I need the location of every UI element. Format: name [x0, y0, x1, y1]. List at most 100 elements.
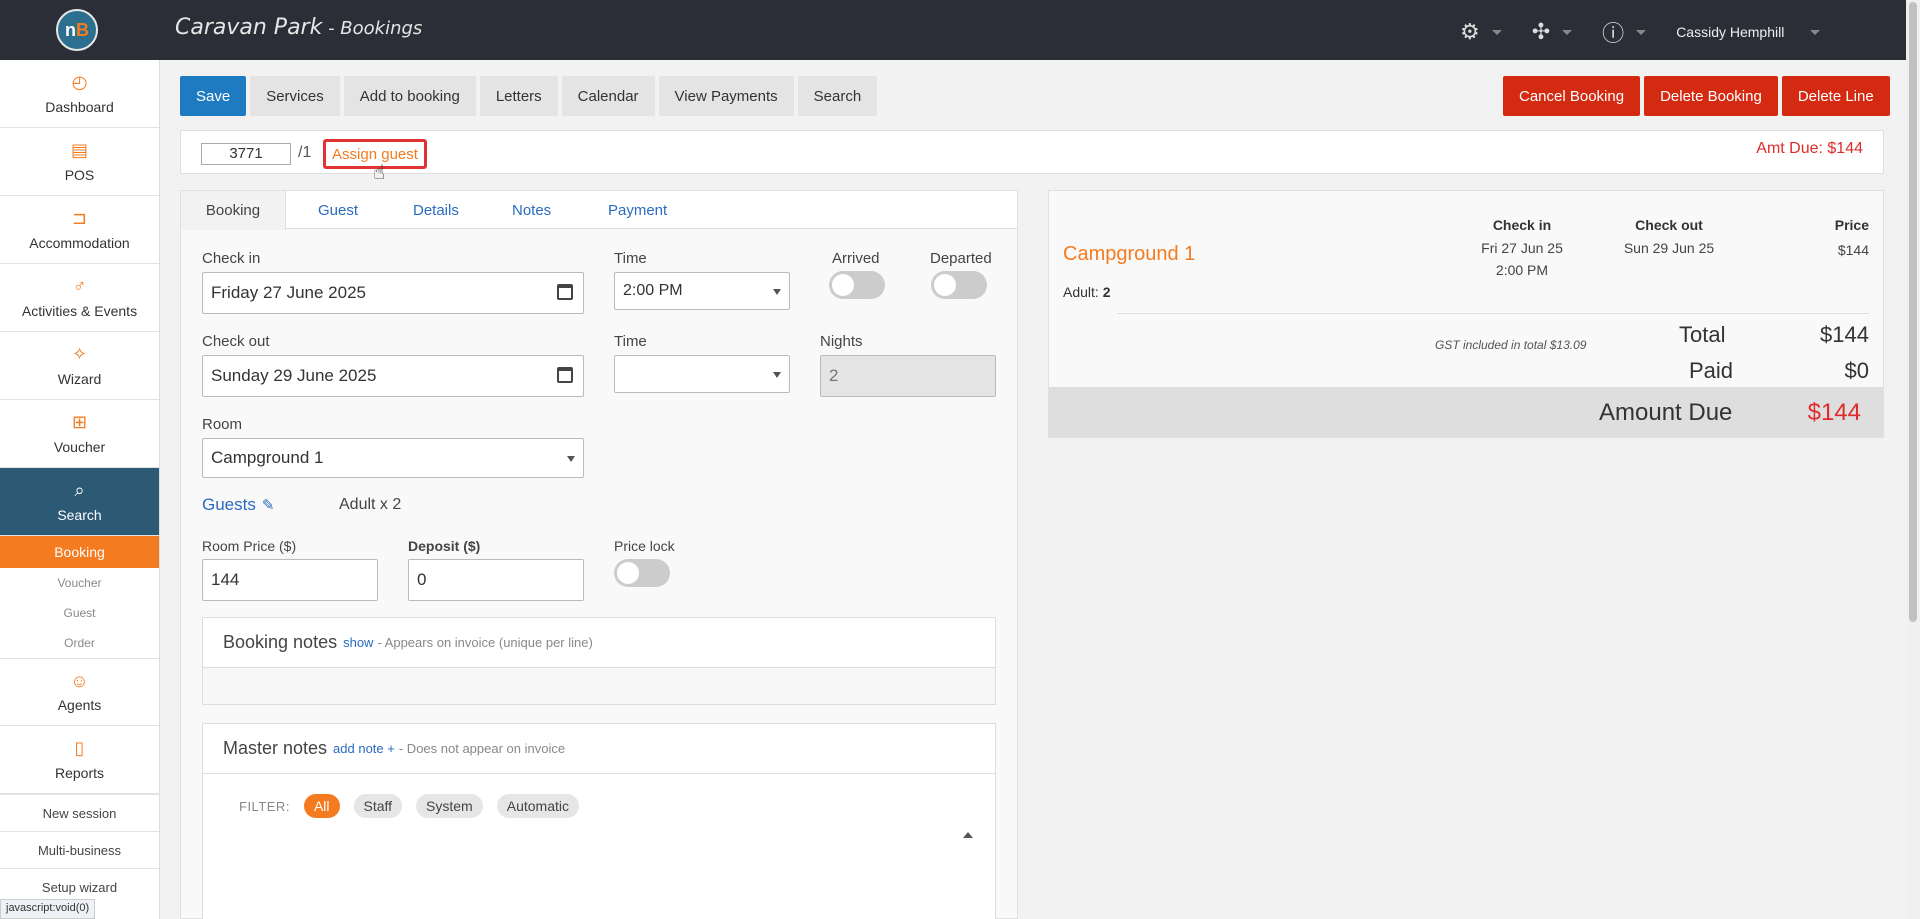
sidebar-item-label: Search — [57, 506, 102, 523]
search-button[interactable]: Search — [797, 76, 878, 116]
page-scrollbar[interactable] — [1906, 0, 1920, 919]
deposit-label: Deposit ($) — [408, 538, 481, 554]
page-title: Caravan Park - Bookings — [175, 15, 422, 40]
cancel-booking-button[interactable]: Cancel Booking — [1503, 76, 1641, 116]
sidebar-sub-booking[interactable]: Booking — [0, 536, 159, 568]
sidebar-sub-guest[interactable]: Guest — [0, 598, 159, 628]
filter-system-chip[interactable]: System — [416, 794, 483, 818]
scroll-up-icon[interactable] — [963, 832, 973, 838]
checkin-date-field[interactable]: Friday 27 June 2025 — [202, 272, 584, 314]
extensions-menu[interactable]: ✣ — [1532, 19, 1573, 45]
agents-icon: ☺ — [70, 670, 89, 691]
sidebar-sub-order[interactable]: Order — [0, 628, 159, 658]
sidebar-item-voucher[interactable]: ⊞ Voucher — [0, 400, 159, 468]
sidebar: ◴ Dashboard ▤ POS ⊐ Accommodation ♂ Acti… — [0, 60, 160, 919]
sidebar-link-new-session[interactable]: New session — [0, 794, 159, 831]
booking-form-panel: Booking Guest Details Notes Payment Chec… — [180, 190, 1018, 919]
booking-notes-show-link[interactable]: show — [343, 635, 373, 650]
filter-staff-chip[interactable]: Staff — [353, 794, 403, 818]
sidebar-item-wizard[interactable]: ✧ Wizard — [0, 332, 159, 400]
summary-adult-label: Adult: — [1063, 284, 1099, 300]
sidebar-sub-voucher[interactable]: Voucher — [0, 568, 159, 598]
tab-payment[interactable]: Payment — [608, 191, 667, 229]
booking-line-suffix: /1 — [298, 144, 312, 161]
deposit-input[interactable]: 0 — [408, 559, 584, 601]
user-menu[interactable]: Cassidy Hemphill — [1676, 24, 1821, 40]
room-price-input[interactable]: 144 — [202, 559, 378, 601]
booking-id-row: 3771 /1 Assign guest Amt Due: $144 — [180, 130, 1884, 174]
departed-label: Departed — [930, 250, 992, 267]
help-menu[interactable]: ⓘ — [1602, 16, 1647, 48]
top-icons: ⚙ ✣ ⓘ Cassidy Hemphill — [1460, 16, 1850, 48]
settings-menu[interactable]: ⚙ — [1460, 19, 1502, 45]
hand-cursor-icon: ☝ — [373, 162, 386, 184]
checkin-time-select[interactable]: 2:00 PM — [614, 272, 790, 310]
gift-icon: ⊞ — [71, 412, 88, 432]
arrived-label: Arrived — [832, 250, 880, 267]
paid-value: $0 — [1844, 358, 1869, 383]
price-lock-label: Price lock — [614, 538, 675, 554]
tab-guest[interactable]: Guest — [318, 191, 358, 229]
app-logo[interactable]: nB — [56, 9, 98, 51]
booking-number-input[interactable]: 3771 — [201, 143, 291, 165]
sidebar-item-search[interactable]: ⌕ Search — [0, 468, 159, 536]
amount-due-value: $144 — [1807, 399, 1861, 426]
arrived-toggle[interactable] — [829, 271, 885, 299]
departed-toggle[interactable] — [931, 271, 987, 299]
summary-checkout-header: Check out — [1635, 217, 1703, 233]
tab-booking[interactable]: Booking — [181, 191, 286, 230]
add-note-link[interactable]: add note + — [333, 741, 395, 756]
filter-automatic-chip[interactable]: Automatic — [496, 794, 579, 818]
sidebar-link-multi-business[interactable]: Multi-business — [0, 831, 159, 868]
sidebar-item-pos[interactable]: ▤ POS — [0, 128, 159, 196]
filter-all-chip[interactable]: All — [303, 794, 340, 818]
calendar-icon[interactable] — [557, 367, 573, 383]
guests-edit-link[interactable]: Guests ✎ — [202, 495, 274, 515]
sidebar-item-activities[interactable]: ♂ Activities & Events — [0, 264, 159, 332]
notes-filter-row: FILTER: All Staff System Automatic — [239, 794, 593, 818]
wand-icon: ✧ — [71, 344, 88, 364]
guests-value: Adult x 2 — [339, 496, 402, 513]
checkin-date-value: Friday 27 June 2025 — [211, 283, 366, 302]
sidebar-item-reports[interactable]: ▯ Reports — [0, 726, 159, 794]
delete-booking-button[interactable]: Delete Booking — [1644, 76, 1778, 116]
tab-details[interactable]: Details — [413, 191, 459, 229]
room-select[interactable]: Campground 1 — [202, 438, 584, 478]
services-button[interactable]: Services — [250, 76, 340, 116]
add-to-booking-button[interactable]: Add to booking — [343, 76, 476, 116]
summary-room-name[interactable]: Campground 1 — [1063, 243, 1195, 266]
filter-label: FILTER: — [239, 798, 290, 814]
nights-field: 2 — [820, 355, 996, 397]
app-subtitle-text: - Bookings — [322, 18, 423, 39]
toolbar: Save Services Add to booking Letters Cal… — [180, 76, 881, 116]
checkout-date-field[interactable]: Sunday 29 June 2025 — [202, 355, 584, 397]
calendar-icon[interactable] — [557, 284, 573, 300]
browser-status-bar: javascript:void(0) — [0, 899, 96, 919]
checkout-time-select[interactable] — [614, 355, 790, 393]
price-lock-toggle[interactable] — [614, 559, 670, 587]
sidebar-item-agents[interactable]: ☺ Agents — [0, 658, 159, 726]
delete-line-button[interactable]: Delete Line — [1781, 76, 1890, 116]
view-payments-button[interactable]: View Payments — [658, 76, 794, 116]
activities-icon: ♂ — [72, 276, 87, 296]
booking-notes-desc: - Appears on invoice (unique per line) — [377, 635, 593, 650]
checkin-time-value: 2:00 PM — [623, 282, 683, 299]
toolbar-danger-actions: Cancel Booking Delete Booking Delete Lin… — [1503, 76, 1890, 116]
report-icon: ▯ — [74, 738, 85, 758]
register-icon: ▤ — [70, 140, 88, 160]
sidebar-item-dashboard[interactable]: ◴ Dashboard — [0, 60, 159, 128]
booking-notes-box: Booking notes show - Appears on invoice … — [202, 617, 996, 705]
gears-icon: ⚙ — [1460, 19, 1480, 44]
room-label: Room — [202, 416, 243, 433]
tab-notes[interactable]: Notes — [512, 191, 551, 229]
letters-button[interactable]: Letters — [479, 76, 558, 116]
summary-checkin-time: 2:00 PM — [1495, 262, 1549, 278]
bed-icon: ⊐ — [71, 208, 88, 228]
dashboard-icon: ◴ — [71, 72, 88, 92]
sidebar-item-accommodation[interactable]: ⊐ Accommodation — [0, 196, 159, 264]
calendar-button[interactable]: Calendar — [561, 76, 655, 116]
save-button[interactable]: Save — [180, 76, 247, 116]
scrollbar-thumb[interactable] — [1909, 2, 1917, 622]
search-icon: ⌕ — [74, 480, 85, 500]
user-name: Cassidy Hemphill — [1676, 24, 1785, 40]
